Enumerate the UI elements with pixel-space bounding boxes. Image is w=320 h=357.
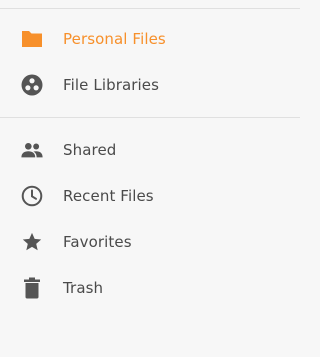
top-divider: [0, 8, 300, 9]
star-icon: [20, 230, 44, 254]
sidebar-item-label: Recent Files: [63, 187, 154, 205]
sidebar-item-trash[interactable]: Trash: [0, 265, 300, 311]
sidebar-item-favorites[interactable]: Favorites: [0, 219, 300, 265]
trash-icon: [20, 276, 44, 300]
sidebar-item-personal-files[interactable]: Personal Files: [0, 16, 300, 62]
sidebar-item-recent-files[interactable]: Recent Files: [0, 173, 300, 219]
sidebar-item-shared[interactable]: Shared: [0, 127, 300, 173]
sidebar-nav: { "nav": { "primary": [ {"label": "Perso…: [0, 0, 300, 357]
folder-icon: [20, 27, 44, 51]
clock-icon: [20, 184, 44, 208]
sidebar-item-label: File Libraries: [63, 76, 160, 94]
libraries-icon: [20, 73, 44, 97]
sidebar-item-label: Favorites: [63, 233, 132, 251]
sidebar-item-label: Trash: [63, 279, 104, 297]
sidebar-item-file-libraries[interactable]: File Libraries: [0, 62, 300, 108]
sidebar-item-label: Personal Files: [63, 30, 166, 48]
sidebar-item-label: Shared: [63, 141, 117, 159]
section-divider: [0, 117, 300, 118]
people-icon: [20, 138, 44, 162]
